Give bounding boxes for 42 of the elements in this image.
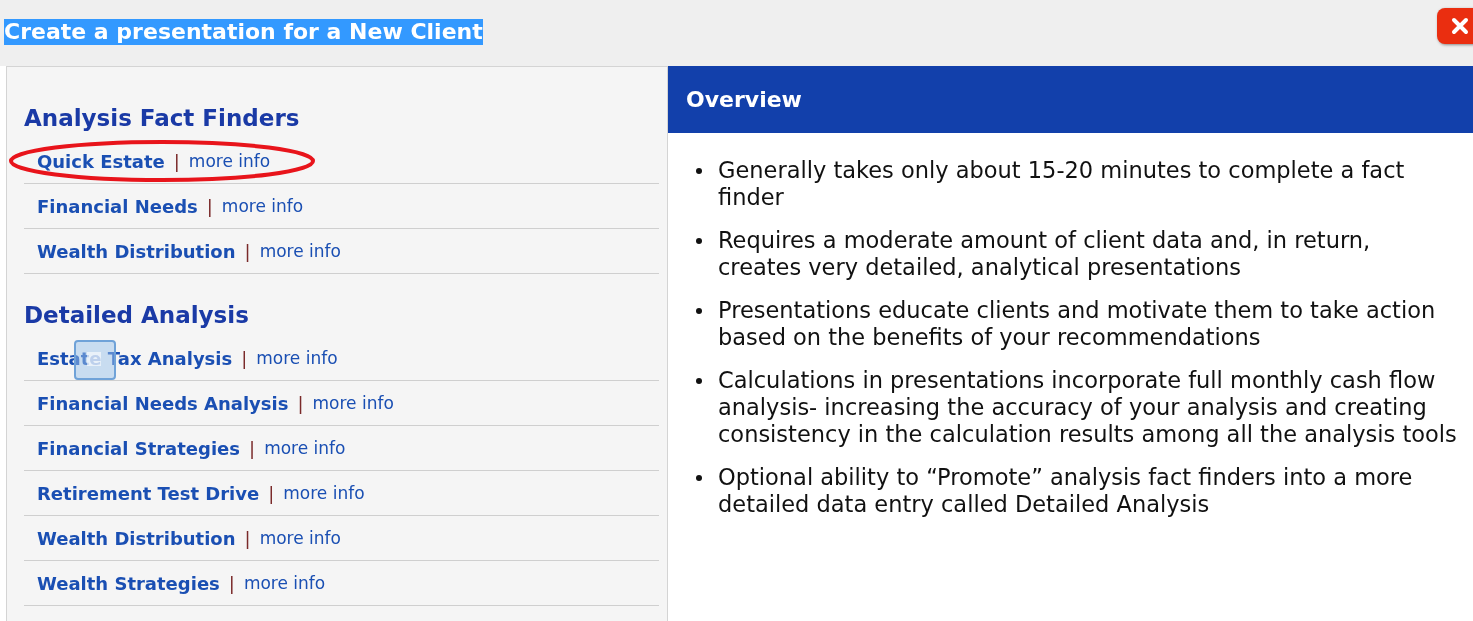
more-info-link[interactable]: more info (312, 393, 394, 413)
separator: | (244, 240, 251, 262)
dialog-title: Create a presentation for a New Client (4, 19, 483, 45)
bullet-text: Calculations in presentations incorporate full monthly cash flow analysis- increasing the accuracy of your analysis and creating consistency in the calculation results among all the analysis tools (718, 367, 1458, 448)
bullet-icon (696, 168, 702, 174)
separator: | (244, 527, 251, 549)
bullet-text: Requires a moderate amount of client data and, in return, creates very detailed, analytical presentations (718, 227, 1372, 281)
bullet-icon (696, 475, 702, 481)
section-heading: Analysis Fact Finders (24, 105, 301, 131)
analysis-link[interactable]: Financial Needs (37, 195, 198, 217)
bullet-text: Generally takes only about 15-20 minutes to complete a fact finder (718, 157, 1406, 211)
bullet-text: Presentations educate clients and motivate them to take action based on the benefits of your recommendations (718, 297, 1437, 351)
close-icon (1450, 16, 1470, 36)
more-info-link[interactable]: more info (264, 438, 346, 458)
analysis-link[interactable]: Quick Estate (37, 150, 165, 172)
separator: | (268, 482, 275, 504)
close-button[interactable] (1437, 8, 1473, 44)
separator: | (228, 572, 235, 594)
analysis-link[interactable]: Wealth Strategies (37, 572, 220, 594)
more-info-link[interactable]: more info (259, 241, 341, 261)
more-info-link[interactable]: more info (259, 528, 341, 548)
bullet-text: Optional ability to “Promote” analysis fact finders into a more detailed data entry called Detailed Analysis (718, 464, 1414, 518)
more-info-link[interactable]: more info (188, 151, 271, 171)
more-info-link[interactable]: more info (221, 196, 304, 216)
separator: | (206, 195, 213, 217)
overview-title: Overview (686, 87, 802, 112)
analysis-link[interactable]: Retirement Test Drive (37, 482, 260, 504)
more-info-link[interactable]: more info (256, 348, 338, 368)
analysis-link[interactable]: Wealth Distribution (37, 240, 236, 262)
section-heading: Detailed Analysis (24, 302, 250, 328)
more-info-link[interactable]: more info (283, 483, 365, 503)
analysis-link[interactable]: Financial Needs Analysis (37, 392, 289, 414)
separator: | (249, 437, 256, 459)
bullet-icon (696, 378, 702, 384)
more-info-link[interactable]: more info (243, 573, 326, 593)
analysis-link[interactable]: Wealth Distribution (37, 527, 236, 549)
separator: | (173, 150, 180, 172)
bullet-icon (696, 308, 702, 314)
bullet-icon (696, 238, 702, 244)
separator: | (297, 392, 304, 414)
separator: | (241, 347, 248, 369)
analysis-link[interactable]: Financial Strategies (37, 437, 241, 459)
